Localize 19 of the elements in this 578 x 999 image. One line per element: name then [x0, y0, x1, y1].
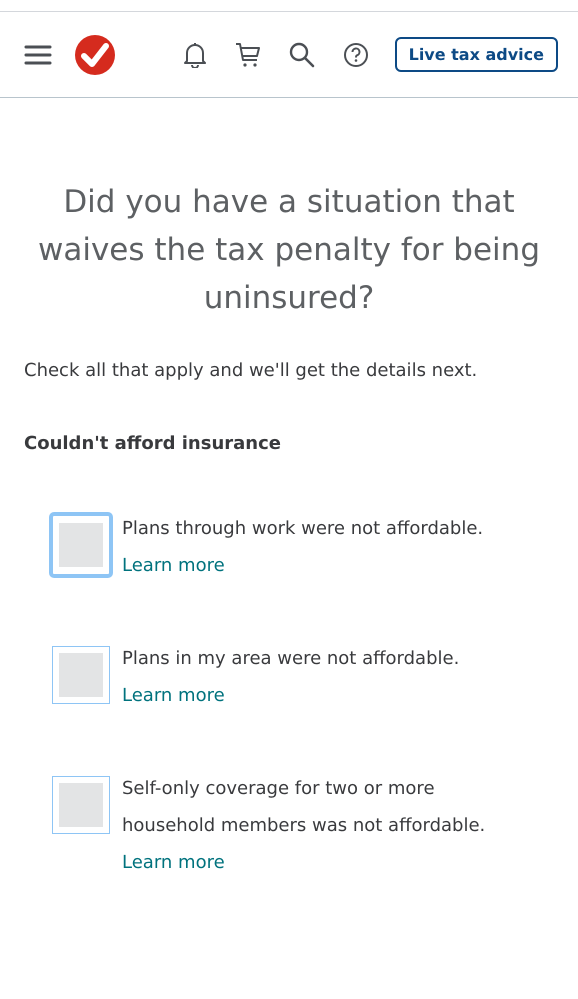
cart-icon[interactable]	[234, 42, 261, 68]
checkbox[interactable]	[49, 512, 113, 578]
option-text: Plans in my area were not affordable. Learn more	[122, 647, 460, 708]
learn-more-link[interactable]: Learn more	[122, 685, 225, 706]
learn-more-link[interactable]: Learn more	[122, 852, 225, 873]
instructions-text: Check all that apply and we'll get the details next.	[24, 360, 478, 381]
search-icon[interactable]	[288, 42, 315, 68]
menu-icon[interactable]	[24, 44, 52, 66]
bell-icon[interactable]	[182, 42, 207, 68]
checkbox[interactable]	[52, 776, 110, 834]
live-tax-advice-button[interactable]: Live tax advice	[394, 37, 558, 72]
help-icon[interactable]	[342, 42, 369, 68]
question-title: Did you have a situation that waives the tax penalty for being uninsured?	[37, 183, 541, 318]
logo-icon[interactable]	[74, 34, 116, 76]
section-heading: Couldn't afford insurance	[24, 433, 282, 454]
learn-more-link[interactable]: Learn more	[122, 555, 225, 576]
option-text: Self-only coverage for two or more household members was not affordable. Learn more	[122, 777, 486, 875]
option-text: Plans through work were not affordable. Learn more	[122, 517, 484, 578]
checkbox[interactable]	[52, 646, 110, 704]
